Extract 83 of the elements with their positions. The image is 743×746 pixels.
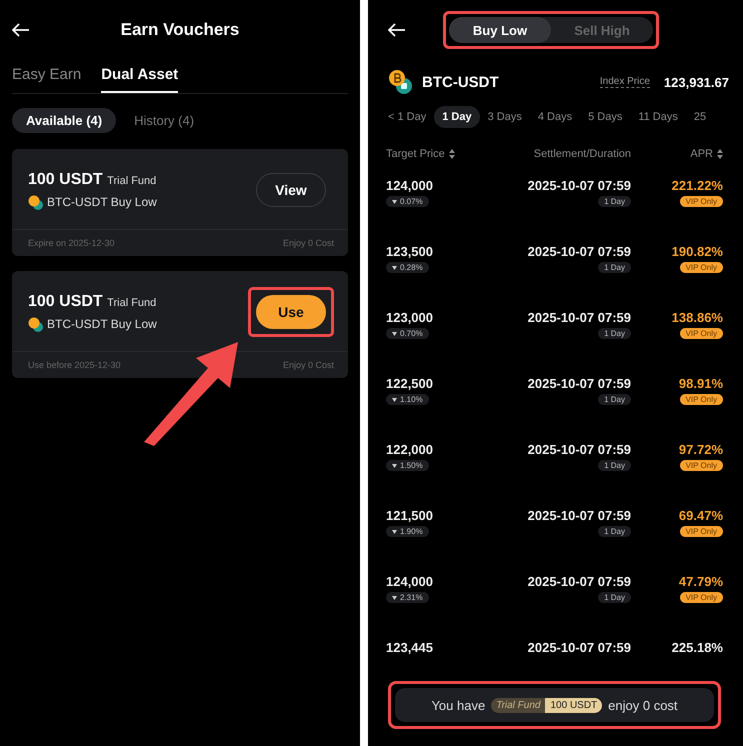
duration-badge: 1 Day [598,262,631,273]
banner-text: You have [431,698,486,712]
apr-value: 97.72% [678,442,723,457]
duration-badge: 1 Day [598,328,631,339]
apr-value: 225.18% [672,640,723,655]
duration-badge: 1 Day [598,592,631,603]
target-price: 123,445 [386,640,433,655]
back-arrow-icon[interactable] [12,23,30,37]
duration-tab[interactable]: < 1 Day [380,106,434,128]
target-price: 122,500 [386,376,433,391]
column-header: APR [690,148,713,160]
settlement-time: 2025-10-07 07:59 [528,640,631,655]
index-price: 123,931.67 [664,74,729,90]
vip-badge: VIP Only [680,460,723,471]
expiry-text: Expire on 2025-12-30 [28,238,115,248]
target-price: 123,500 [386,244,433,259]
voucher-product: BTC-USDT Buy Low [47,195,157,209]
vip-badge: VIP Only [680,592,723,603]
sort-icon[interactable] [717,149,723,159]
settlement-time: 2025-10-07 07:59 [528,310,631,325]
target-price: 124,000 [386,178,433,193]
voucher-product: BTC-USDT Buy Low [47,317,157,331]
cost-text: Enjoy 0 Cost [282,360,334,370]
duration-badge: 1 Day [598,394,631,405]
duration-badge: 1 Day [598,526,631,537]
duration-tab[interactable]: 4 Days [530,106,580,128]
settlement-time: 2025-10-07 07:59 [528,442,631,457]
settlement-time: 2025-10-07 07:59 [528,376,631,391]
target-price: 123,000 [386,310,433,325]
duration-tab[interactable]: 3 Days [480,106,530,128]
apr-value: 138.86% [672,310,723,325]
settlement-time: 2025-10-07 07:59 [528,508,631,523]
apr-value: 190.82% [672,244,723,259]
change-badge: 0.70% [386,328,429,339]
banner-text: enjoy 0 cost [608,698,678,712]
change-badge: 1.90% [386,526,429,537]
tab[interactable]: Easy Earn [12,60,82,93]
duration-tab[interactable]: 5 Days [580,106,630,128]
change-badge: 0.28% [386,262,429,273]
change-badge: 2.31% [386,592,429,603]
sort-icon[interactable] [448,149,455,159]
settlement-time: 2025-10-07 07:59 [528,574,631,589]
tab[interactable]: Dual Asset [101,60,178,93]
filter-tab[interactable]: Available (4) [12,108,116,133]
filter-tab[interactable]: History (4) [120,108,208,133]
duration-tab[interactable]: 1 Day [434,106,480,128]
index-price-label: Index Price [600,76,650,88]
vip-badge: VIP Only [680,394,723,405]
coin-pair-icon [388,69,414,95]
change-badge: 0.07% [386,196,429,207]
change-badge: 1.10% [386,394,429,405]
voucher-amount: 100 USDT Trial Fund [28,292,157,310]
mode-tab[interactable]: Buy Low [449,17,551,43]
use-button[interactable]: Use [256,295,326,329]
settlement-time: 2025-10-07 07:59 [528,244,631,259]
vip-badge: VIP Only [680,526,723,537]
apr-value: 221.22% [672,178,723,193]
vip-badge: VIP Only [680,262,723,273]
apr-value: 47.79% [678,574,723,589]
duration-tab[interactable]: 11 Days [630,106,686,128]
view-button[interactable]: View [256,173,326,207]
target-price: 124,000 [386,574,433,589]
duration-badge: 1 Day [598,460,631,471]
vip-badge: VIP Only [680,196,723,207]
page-title: Earn Vouchers [120,20,240,40]
duration-badge: 1 Day [598,196,631,207]
settlement-time: 2025-10-07 07:59 [528,178,631,193]
coin-pair-icon [28,316,43,332]
pair-name: BTC-USDT [422,74,500,90]
target-price: 122,000 [386,442,433,457]
expiry-text: Use before 2025-12-30 [28,360,121,370]
coin-pair-icon [28,194,43,210]
duration-tab[interactable]: 25 [686,106,714,128]
apr-value: 69.47% [678,508,723,523]
apr-value: 98.91% [678,376,723,391]
column-header: Settlement/Duration [534,148,631,160]
cost-text: Enjoy 0 Cost [282,238,334,248]
vip-badge: VIP Only [680,328,723,339]
voucher-amount: 100 USDT Trial Fund [28,170,157,188]
change-badge: 1.50% [386,460,429,471]
back-arrow-icon[interactable] [388,23,406,37]
target-price: 121,500 [386,508,433,523]
column-header: Target Price [386,148,445,160]
